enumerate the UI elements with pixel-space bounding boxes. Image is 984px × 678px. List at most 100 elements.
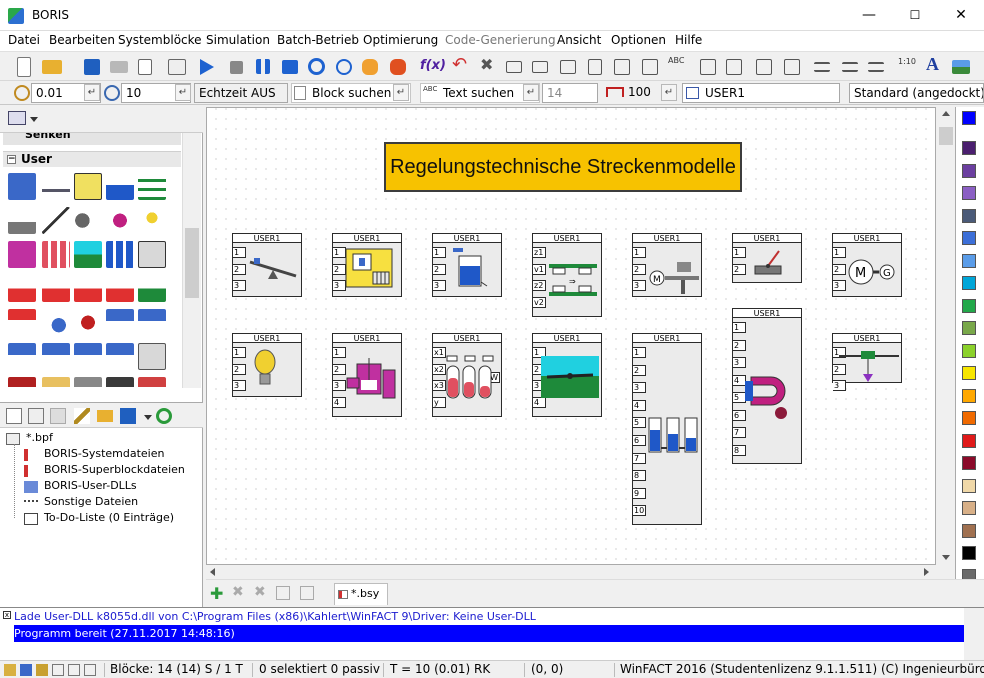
block-user1-reactor[interactable]: USER1 1 2 3 4 [332,333,402,417]
library-block-opc-1-icon[interactable] [8,275,36,302]
new-project-icon[interactable] [6,408,22,424]
zoom-apply-button[interactable]: ↵ [661,84,677,101]
new-file-icon[interactable] [17,57,31,77]
add-tab-icon[interactable]: ✚ [210,584,223,603]
run-simulation-icon[interactable] [200,59,214,75]
save-dropdown-icon[interactable] [144,415,152,420]
library-block-opc-3-icon[interactable] [74,275,102,302]
library-block-crane-2-icon[interactable] [138,275,166,302]
scroll-left-icon[interactable] [210,568,215,576]
color-swatch[interactable] [962,276,976,290]
undo-icon[interactable]: ↶ [452,54,472,75]
library-block-three-tanks-icon[interactable] [106,241,134,268]
library-block-row7-2-icon[interactable] [42,377,70,387]
library-block-lamp-icon[interactable] [138,207,166,234]
hand-icon[interactable] [362,59,378,75]
superblock-open-icon[interactable] [784,59,800,75]
delete-icon[interactable]: ✖ [480,55,500,75]
block-port[interactable]: 9 [633,487,646,499]
menu-systembloecke[interactable]: Systemblöcke [118,33,202,47]
image-export-icon[interactable] [168,59,186,75]
print-icon[interactable] [110,61,128,73]
library-block-vb-icon[interactable] [8,309,36,336]
menu-ansicht[interactable]: Ansicht [557,33,601,47]
menu-optimierung[interactable]: Optimierung [363,33,438,47]
open-folder-icon[interactable] [42,60,62,74]
project-root[interactable]: *.bpf [26,431,53,444]
tree-item-user-dlls[interactable]: BORIS-User-DLLs [44,479,137,492]
block-port[interactable]: 1 [733,322,746,333]
clock-icon[interactable] [336,59,352,75]
library-block-tank-icon[interactable] [106,173,134,200]
color-swatch[interactable] [962,411,976,425]
cut-block-icon[interactable] [506,61,522,73]
block-port[interactable]: 5 [633,417,646,429]
library-block-row7-4-icon[interactable] [106,377,134,387]
block-port[interactable]: 2 [733,339,746,351]
color-swatch[interactable] [962,456,976,470]
block-user1-cars[interactable]: USER1 z1 v1 z2 v2 ⇒ [532,233,602,317]
superblock-icon[interactable] [756,59,772,75]
hand-stop-icon[interactable] [390,59,406,75]
library-block-motor-lift-icon[interactable] [8,207,36,234]
block-port[interactable]: 1 [433,247,446,258]
color-swatch[interactable] [962,253,976,268]
library-block-cars-icon[interactable] [138,173,166,200]
library-block-opc-4-icon[interactable] [106,275,134,302]
color-swatch[interactable] [962,523,976,538]
block-user1-seesaw[interactable]: USER1 1 2 3 [232,233,302,297]
canvas-vertical-scrollbar[interactable] [937,107,955,565]
color-swatch[interactable] [962,163,976,178]
library-block-user-icon[interactable] [8,173,36,200]
pause-icon[interactable] [256,59,270,74]
block-port[interactable]: 2 [233,363,246,375]
color-swatch[interactable] [962,321,976,335]
realtime-select[interactable]: Echtzeit AUS [194,83,288,103]
block-user1-plane[interactable]: USER1 1 2 3 4 [532,333,602,417]
library-block-hrw-2-icon[interactable] [106,343,134,370]
tree-item-superblock-files[interactable]: BORIS-Superblockdateien [44,463,185,476]
library-scrollbar[interactable] [182,133,201,388]
library-block-qx-2-icon[interactable] [8,343,36,370]
block-port[interactable]: 6 [633,435,646,446]
spellcheck-icon[interactable]: ABC [668,57,688,77]
step-icon[interactable] [282,60,298,74]
block-port[interactable]: 3 [733,357,746,368]
scroll-right-icon[interactable] [924,568,929,576]
block-port[interactable]: 1 [733,247,746,258]
library-block-tubes-icon[interactable] [42,241,70,268]
ungroup-icon[interactable] [726,59,742,75]
library-block-opc-2-icon[interactable] [42,275,70,302]
sim-time-apply-button[interactable]: ↵ [175,84,191,101]
block-port[interactable]: 4 [633,399,646,411]
color-swatch[interactable] [962,231,976,245]
open-project-icon[interactable] [97,410,113,422]
text-search-button[interactable]: ↵ [523,84,539,101]
rotate-block-icon[interactable] [560,60,576,74]
block-port[interactable]: 7 [733,427,746,438]
copy-block-icon[interactable] [532,61,548,73]
color-swatch[interactable] [962,343,976,358]
block-port[interactable]: 8 [633,470,646,482]
message-scrollbar[interactable] [964,608,984,661]
message-close-icon[interactable]: x [3,611,11,619]
text-tool-icon[interactable]: A [926,54,946,74]
block-port[interactable]: 3 [633,382,646,394]
tab-duplicate-icon[interactable] [276,586,290,600]
library-block-qx-icon[interactable] [106,309,134,336]
block-user1-pendulum[interactable]: USER1 1 2 [732,233,802,283]
block-user1-tubes[interactable]: USER1x1x2x3y3/W [432,333,502,417]
scroll-down-icon[interactable] [942,555,950,560]
menu-simulation[interactable]: Simulation [206,33,270,47]
library-block-row7-3-icon[interactable] [74,377,102,387]
library-block-iw-icon[interactable] [42,343,70,370]
menu-bearbeiten[interactable]: Bearbeiten [49,33,115,47]
block-user1-heater[interactable]: USER1 1 2 3 [332,233,402,297]
block-user1-motor-gen[interactable]: USER1 1 2 3 M G [832,233,902,297]
library-scrollbar-thumb[interactable] [185,228,199,298]
block-port[interactable]: z2 [533,280,546,291]
block-user1-lamp[interactable]: USER1 1 2 3 [232,333,302,397]
chevron-down-icon[interactable] [30,117,38,122]
library-group-user[interactable]: − User [3,151,181,167]
canvas-vscroll-thumb[interactable] [939,127,953,145]
